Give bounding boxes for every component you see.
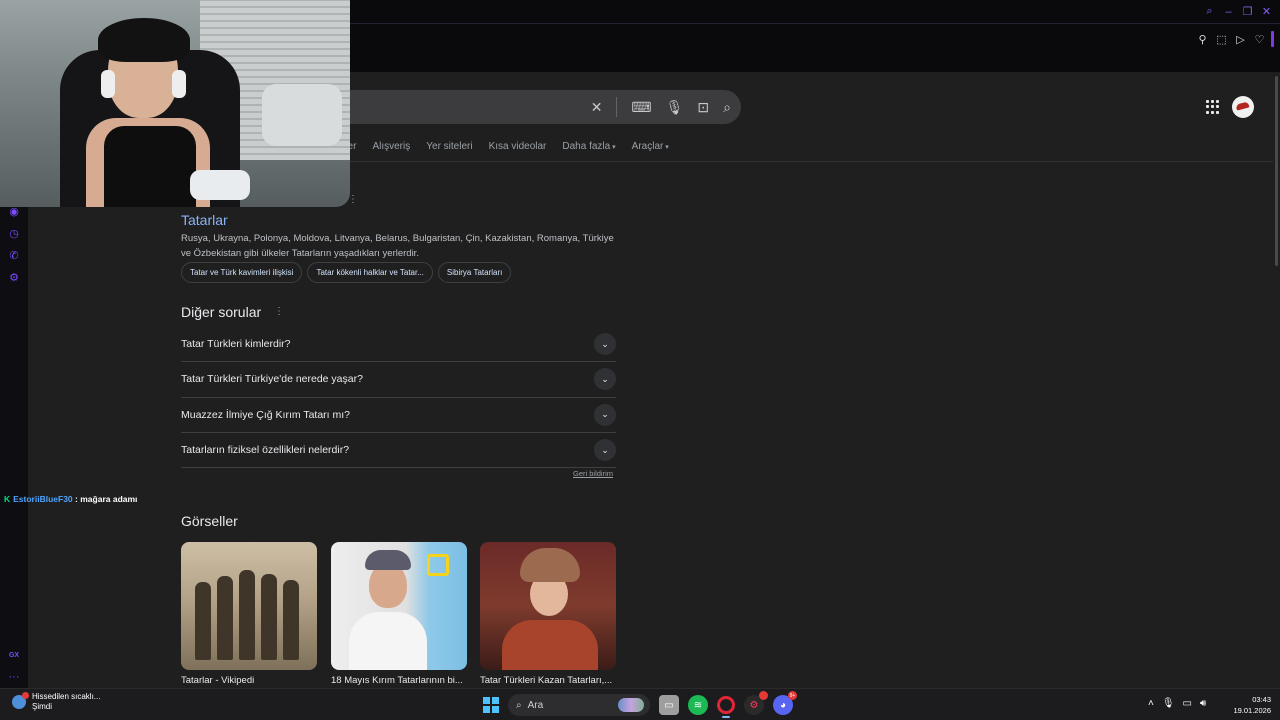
settings-icon[interactable]: ⚙ — [7, 270, 21, 284]
clock[interactable]: 03:43 19.01.2026 — [1229, 694, 1271, 716]
tab-more[interactable]: Daha fazla — [562, 141, 615, 152]
toolbar-icons: ⚲ ⬚ ▷ ♡ — [1195, 31, 1274, 47]
image-thumbnail[interactable] — [331, 542, 467, 670]
weather-widget[interactable]: Hissedilen sıcaklı... Şimdi — [12, 692, 100, 712]
snapshot-icon[interactable]: ⬚ — [1214, 32, 1229, 47]
image-result[interactable]: 18 Mayıs Kırım Tatarlarının bi... — [331, 542, 467, 686]
tab-shopping[interactable]: Alışveriş — [372, 141, 410, 152]
lens-icon[interactable]: ⊡ — [697, 99, 709, 116]
image-result[interactable]: Tatar Türkleri Kazan Tatarları,... — [480, 542, 616, 686]
taskbar-search[interactable]: ⌕ Ara — [508, 694, 650, 716]
gx-icon[interactable]: GX — [7, 648, 21, 662]
image-caption[interactable]: Tatar Türkleri Kazan Tatarları,... — [480, 675, 616, 686]
volume-icon[interactable]: 🔊︎ — [1200, 698, 1206, 709]
weather-time: Şimdi — [32, 702, 53, 711]
tab-short-videos[interactable]: Kısa videolar — [489, 141, 547, 152]
image-thumbnail[interactable] — [480, 542, 616, 670]
feedback-link[interactable]: Geri bildirim — [573, 469, 613, 478]
search-icon[interactable]: ⌕ — [723, 99, 731, 116]
taskbar: Hissedilen sıcaklı... Şimdi ⌕ Ara ▭ ≋ ⚙ … — [0, 688, 1280, 720]
play-icon[interactable]: ▷ — [1233, 32, 1248, 47]
chat-text: : mağara adamı — [75, 494, 138, 504]
image-caption[interactable]: 18 Mayıs Kırım Tatarlarının bi... — [331, 675, 467, 686]
scrollbar-thumb[interactable] — [1275, 76, 1278, 266]
opera-gx-icon[interactable] — [717, 696, 735, 718]
chat-badge-icon: K — [4, 494, 11, 504]
result-snippet: Rusya, Ukrayna, Polonya, Moldova, Litvan… — [181, 233, 614, 259]
messenger-icon[interactable]: ✆ — [7, 248, 21, 262]
chevron-up-icon[interactable]: ˄ — [1148, 698, 1154, 709]
search-divider — [616, 97, 618, 117]
search-icon: ⌕ — [516, 699, 522, 711]
clock-date: 19.01.2026 — [1233, 706, 1271, 715]
microphone-tray-icon[interactable]: 🎙︎ — [1162, 698, 1175, 709]
pin-icon[interactable]: ⚲ — [1195, 32, 1210, 47]
apps-grid-icon[interactable] — [1206, 100, 1220, 114]
taskbar-search-placeholder: Ara — [527, 699, 544, 711]
image-caption[interactable]: Tatarlar - Vikipedi — [181, 675, 317, 686]
question-row[interactable]: Muazzez İlmiye Çığ Kırım Tatarı mı? ⌄ — [181, 398, 616, 433]
discord-icon[interactable]: ◕ 9+ — [773, 691, 797, 715]
result-title[interactable]: Tatarlar — [181, 212, 228, 228]
tab-strip-divider — [350, 23, 1280, 24]
minimize-icon[interactable]: – — [1221, 4, 1236, 19]
people-also-ask-title: Diğer sorular — [181, 304, 262, 320]
close-icon[interactable]: ✕ — [1259, 4, 1274, 19]
chevron-down-icon[interactable]: ⌄ — [594, 368, 616, 391]
search-tabs-icon[interactable]: ⌕ — [1202, 4, 1217, 19]
more-icon[interactable]: ··· — [7, 670, 21, 684]
display-icon[interactable]: ▭ — [1183, 698, 1192, 709]
webcam-overlay — [0, 0, 350, 207]
restore-icon[interactable]: ❐ — [1240, 4, 1255, 19]
search-input[interactable]: ✕ ⌨ 🎙︎ ⊡ ⌕ — [328, 90, 741, 124]
chat-message: K EstoriiBlueF30 : mağara adamı — [4, 494, 137, 504]
chevron-down-icon[interactable]: ⌄ — [594, 333, 616, 356]
clock-time: 03:43 — [1252, 695, 1271, 704]
question-text: Tatar Türkleri Türkiye'de nerede yaşar? — [181, 373, 363, 386]
spotify-icon[interactable]: ≋ — [688, 695, 708, 715]
image-thumbnail[interactable] — [181, 542, 317, 670]
weather-label: Hissedilen sıcaklı... — [32, 692, 101, 701]
chat-username: EstoriiBlueF30 — [13, 494, 73, 504]
screen: ⌕ – ❐ ✕ ⚲ ⬚ ▷ ♡ ◉ ◷ ✆ ⚙ GX ··· ✕ ⌨ 🎙︎ ⊡ … — [0, 0, 1280, 720]
search-tabs: rler Alışveriş Yer siteleri Kısa videola… — [342, 141, 669, 152]
search-highlight-icon — [618, 698, 644, 712]
discord-badge: 9+ — [788, 691, 797, 700]
steam-icon[interactable]: ⚙ — [744, 691, 768, 715]
start-icon[interactable] — [483, 697, 499, 713]
images-section-title: Görseller — [181, 513, 238, 529]
file-explorer-icon[interactable]: ▭ — [659, 695, 679, 715]
scrollbar[interactable] — [1273, 72, 1280, 688]
taskbar-apps: ⌕ Ara ▭ ≋ ⚙ ◕ 9+ — [483, 691, 797, 718]
sidebar-toggle[interactable] — [1271, 31, 1274, 47]
question-text: Muazzez İlmiye Çığ Kırım Tatarı mı? — [181, 408, 351, 421]
paa-menu-icon[interactable]: ⋮ — [274, 306, 284, 317]
chevron-down-icon[interactable]: ⌄ — [594, 403, 616, 426]
heart-icon[interactable]: ♡ — [1252, 32, 1267, 47]
related-chip[interactable]: Sibirya Tatarları — [437, 262, 512, 283]
account-avatar[interactable] — [1232, 96, 1254, 118]
tab-tools[interactable]: Araçlar — [632, 141, 669, 152]
question-text: Tatar Türkleri kimlerdir? — [181, 338, 291, 351]
microphone-icon[interactable]: 🎙︎ — [666, 99, 684, 116]
related-chip[interactable]: Tatar kökenli halklar ve Tatar... — [307, 262, 433, 283]
question-row[interactable]: Tatarların fiziksel özellikleri nelerdir… — [181, 433, 616, 469]
chevron-down-icon[interactable]: ⌄ — [594, 439, 616, 462]
window-controls: ⌕ – ❐ ✕ — [1202, 4, 1274, 19]
people-also-ask-list: Tatar Türkleri kimlerdir? ⌄ Tatar Türkle… — [181, 327, 616, 469]
question-row[interactable]: Tatar Türkleri Türkiye'de nerede yaşar? … — [181, 362, 616, 398]
system-tray: ˄ 🎙︎ ▭ 🔊︎ — [1148, 698, 1206, 709]
question-row[interactable]: Tatar Türkleri kimlerdir? ⌄ — [181, 327, 616, 363]
related-chip[interactable]: Tatar ve Türk kavimleri ilişkisi — [181, 262, 303, 283]
question-text: Tatarların fiziksel özellikleri nelerdir… — [181, 444, 350, 457]
tab-places[interactable]: Yer siteleri — [426, 141, 472, 152]
clear-icon[interactable]: ✕ — [591, 99, 603, 116]
keyboard-icon[interactable]: ⌨ — [631, 99, 651, 116]
related-chips: Tatar ve Türk kavimleri ilişkisi Tatar k… — [181, 262, 512, 283]
weather-icon — [12, 692, 29, 709]
history-icon[interactable]: ◷ — [7, 226, 21, 240]
image-result[interactable]: Tatarlar - Vikipedi — [181, 542, 317, 686]
